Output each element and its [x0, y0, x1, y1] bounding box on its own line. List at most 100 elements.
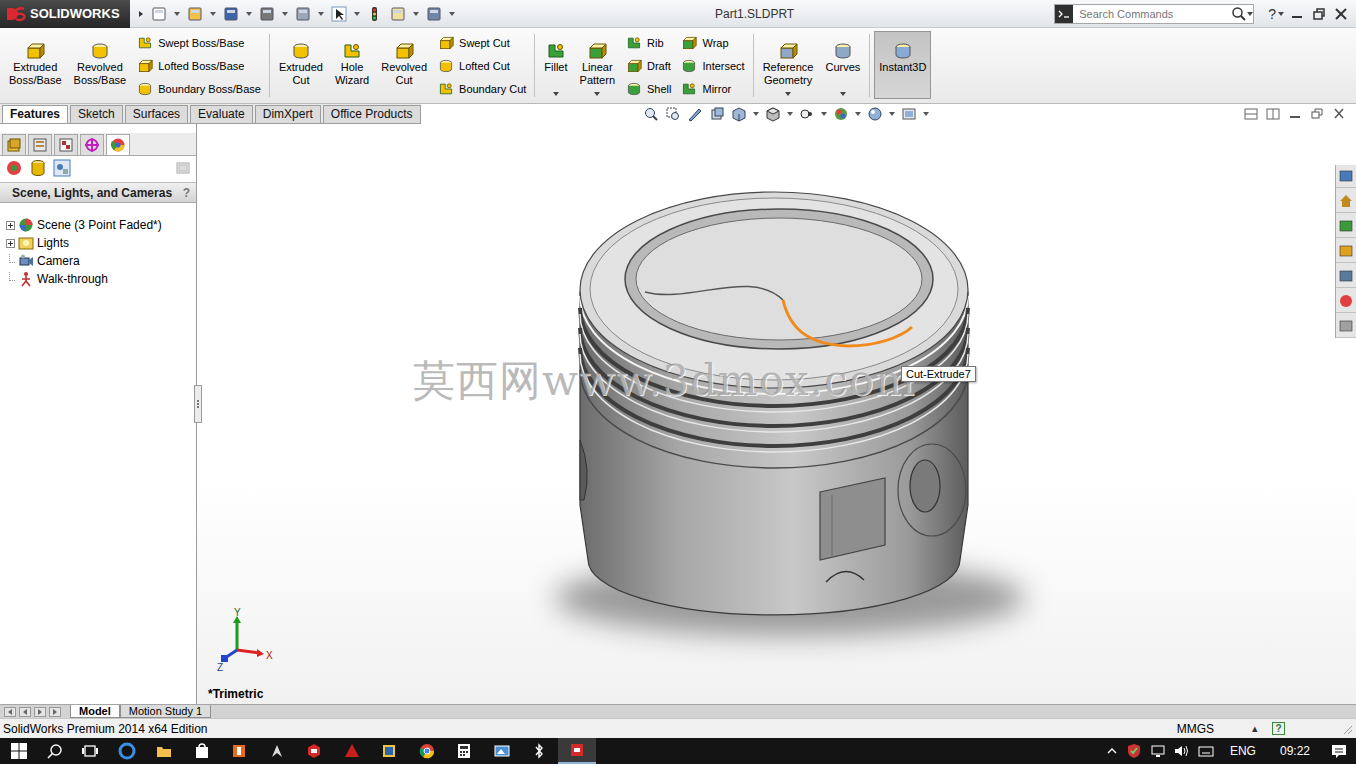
scene-tool-icon[interactable] [53, 159, 71, 177]
quick-tool-icon[interactable] [390, 6, 406, 22]
tray-overflow[interactable] [1102, 738, 1122, 764]
search-commands[interactable]: Search Commands [1054, 4, 1254, 24]
panel-help[interactable]: ? [183, 186, 190, 200]
scene-tool-icon[interactable] [29, 159, 47, 177]
command-tab[interactable]: Evaluate [190, 105, 253, 123]
ribbon-button[interactable]: Instant3D [874, 31, 931, 99]
quick-tool-icon[interactable] [223, 6, 239, 22]
ribbon-button[interactable]: Fillet [539, 28, 572, 103]
task-pane-tab[interactable] [1336, 315, 1356, 338]
tray-security[interactable] [1122, 738, 1146, 764]
scroll-arrow-icon[interactable] [49, 707, 61, 717]
manager-tab[interactable] [106, 134, 130, 155]
manager-tab[interactable] [28, 134, 52, 155]
viewport-control-icon[interactable] [1266, 108, 1280, 120]
ribbon-small-button[interactable]: Intersect [681, 54, 744, 77]
manager-tab[interactable] [2, 134, 26, 155]
task-pane-tab[interactable] [1336, 290, 1356, 313]
dropdown-arrow[interactable] [594, 92, 600, 96]
view-tool-icon[interactable] [833, 106, 849, 122]
search-button[interactable] [38, 738, 72, 764]
graphics-area[interactable]: 莫西网www.3dmox.comCut-Extrude7YXZ*Trimetri… [197, 124, 1356, 704]
scroll-arrow-icon[interactable] [34, 707, 46, 717]
ribbon-small-button[interactable]: Swept Cut [438, 31, 526, 54]
ribbon-small-button[interactable]: Lofted Cut [438, 54, 526, 77]
taskbar-app[interactable] [183, 738, 221, 764]
minimize-icon[interactable] [1290, 7, 1304, 21]
panel-collapse-handle[interactable] [194, 385, 202, 423]
task-pane-tab[interactable] [1336, 240, 1356, 263]
viewport-control-icon[interactable] [1332, 108, 1346, 120]
scroll-arrow-icon[interactable] [19, 707, 31, 717]
ribbon-button[interactable]: ReferenceGeometry [758, 28, 819, 103]
ribbon-small-button[interactable]: Boundary Cut [438, 77, 526, 100]
taskbar-app[interactable] [333, 738, 371, 764]
tree-item[interactable]: Camera [6, 252, 196, 270]
dropdown-arrow[interactable] [785, 92, 791, 96]
task-view-button[interactable] [72, 738, 108, 764]
quick-tool-icon[interactable] [426, 6, 442, 22]
view-tool-icon[interactable] [731, 106, 747, 122]
restore-icon[interactable] [1312, 7, 1326, 21]
tree-item[interactable]: Lights [6, 234, 196, 252]
model-tab[interactable]: Motion Study 1 [120, 705, 211, 718]
start-button[interactable] [0, 738, 38, 764]
task-pane-tab[interactable] [1336, 165, 1356, 188]
ribbon-small-button[interactable]: Lofted Boss/Base [137, 54, 261, 77]
status-help[interactable]: ? [1272, 722, 1285, 735]
quick-tool-icon[interactable] [187, 6, 203, 22]
ribbon-small-button[interactable]: Draft [626, 54, 671, 77]
view-tool-icon[interactable] [665, 106, 681, 122]
close-icon[interactable] [1334, 7, 1348, 21]
viewport-control-icon[interactable] [1288, 108, 1302, 120]
scene-tool-icon[interactable] [5, 159, 23, 177]
ribbon-small-button[interactable]: Rib [626, 31, 671, 54]
piston-model-icon[interactable] [197, 124, 1356, 704]
ribbon-small-button[interactable]: Mirror [681, 77, 744, 100]
taskbar-app[interactable] [221, 738, 259, 764]
quick-tool-icon[interactable] [367, 6, 383, 22]
ribbon-button[interactable]: ExtrudedCut [274, 28, 328, 103]
tray-volume[interactable] [1170, 738, 1194, 764]
taskbar-app[interactable] [258, 738, 296, 764]
action-center[interactable] [1322, 738, 1356, 764]
view-tool-icon[interactable] [901, 106, 917, 122]
input-language[interactable]: ENG [1218, 738, 1268, 764]
quick-tool-icon[interactable] [331, 6, 347, 22]
taskbar-app[interactable] [108, 738, 146, 764]
ribbon-button[interactable]: RevolvedCut [376, 28, 432, 103]
taskbar-app[interactable] [146, 738, 184, 764]
view-tool-icon[interactable] [643, 106, 659, 122]
viewport-control-icon[interactable] [1244, 108, 1258, 120]
viewport-control-icon[interactable] [1310, 108, 1324, 120]
task-pane-tab[interactable] [1336, 265, 1356, 288]
ribbon-button[interactable]: LinearPattern [575, 28, 620, 103]
ribbon-button[interactable]: RevolvedBoss/Base [69, 28, 132, 103]
ribbon-small-button[interactable]: Swept Boss/Base [137, 31, 261, 54]
taskbar-app[interactable] [296, 738, 334, 764]
scroll-arrow-icon[interactable] [4, 707, 16, 717]
panel-options-icon[interactable] [175, 160, 191, 176]
command-tab[interactable]: Surfaces [125, 105, 188, 123]
magnifier-icon[interactable] [1231, 6, 1247, 22]
command-tab[interactable]: Sketch [70, 105, 123, 123]
tree-item[interactable]: Scene (3 Point Faded*) [6, 216, 196, 234]
model-tab[interactable]: Model [70, 705, 120, 718]
ribbon-button[interactable]: ExtrudedBoss/Base [4, 28, 67, 103]
ribbon-small-button[interactable]: Wrap [681, 31, 744, 54]
dropdown-arrow[interactable] [840, 92, 846, 96]
logo[interactable]: SOLIDWORKS [0, 0, 130, 28]
view-tool-icon[interactable] [867, 106, 883, 122]
dropdown-arrow[interactable] [553, 92, 559, 96]
taskbar-app[interactable] [371, 738, 409, 764]
command-tab[interactable]: Features [2, 105, 68, 123]
view-tool-icon[interactable] [709, 106, 725, 122]
quick-tool-icon[interactable] [151, 6, 167, 22]
help-menu[interactable]: ? [1262, 6, 1290, 22]
tree-expander[interactable] [6, 221, 15, 230]
tree-expander[interactable] [6, 239, 15, 248]
taskbar-app[interactable] [483, 738, 521, 764]
taskbar-app[interactable] [521, 738, 559, 764]
tray-network[interactable] [1146, 738, 1170, 764]
manager-tab[interactable] [54, 134, 78, 155]
